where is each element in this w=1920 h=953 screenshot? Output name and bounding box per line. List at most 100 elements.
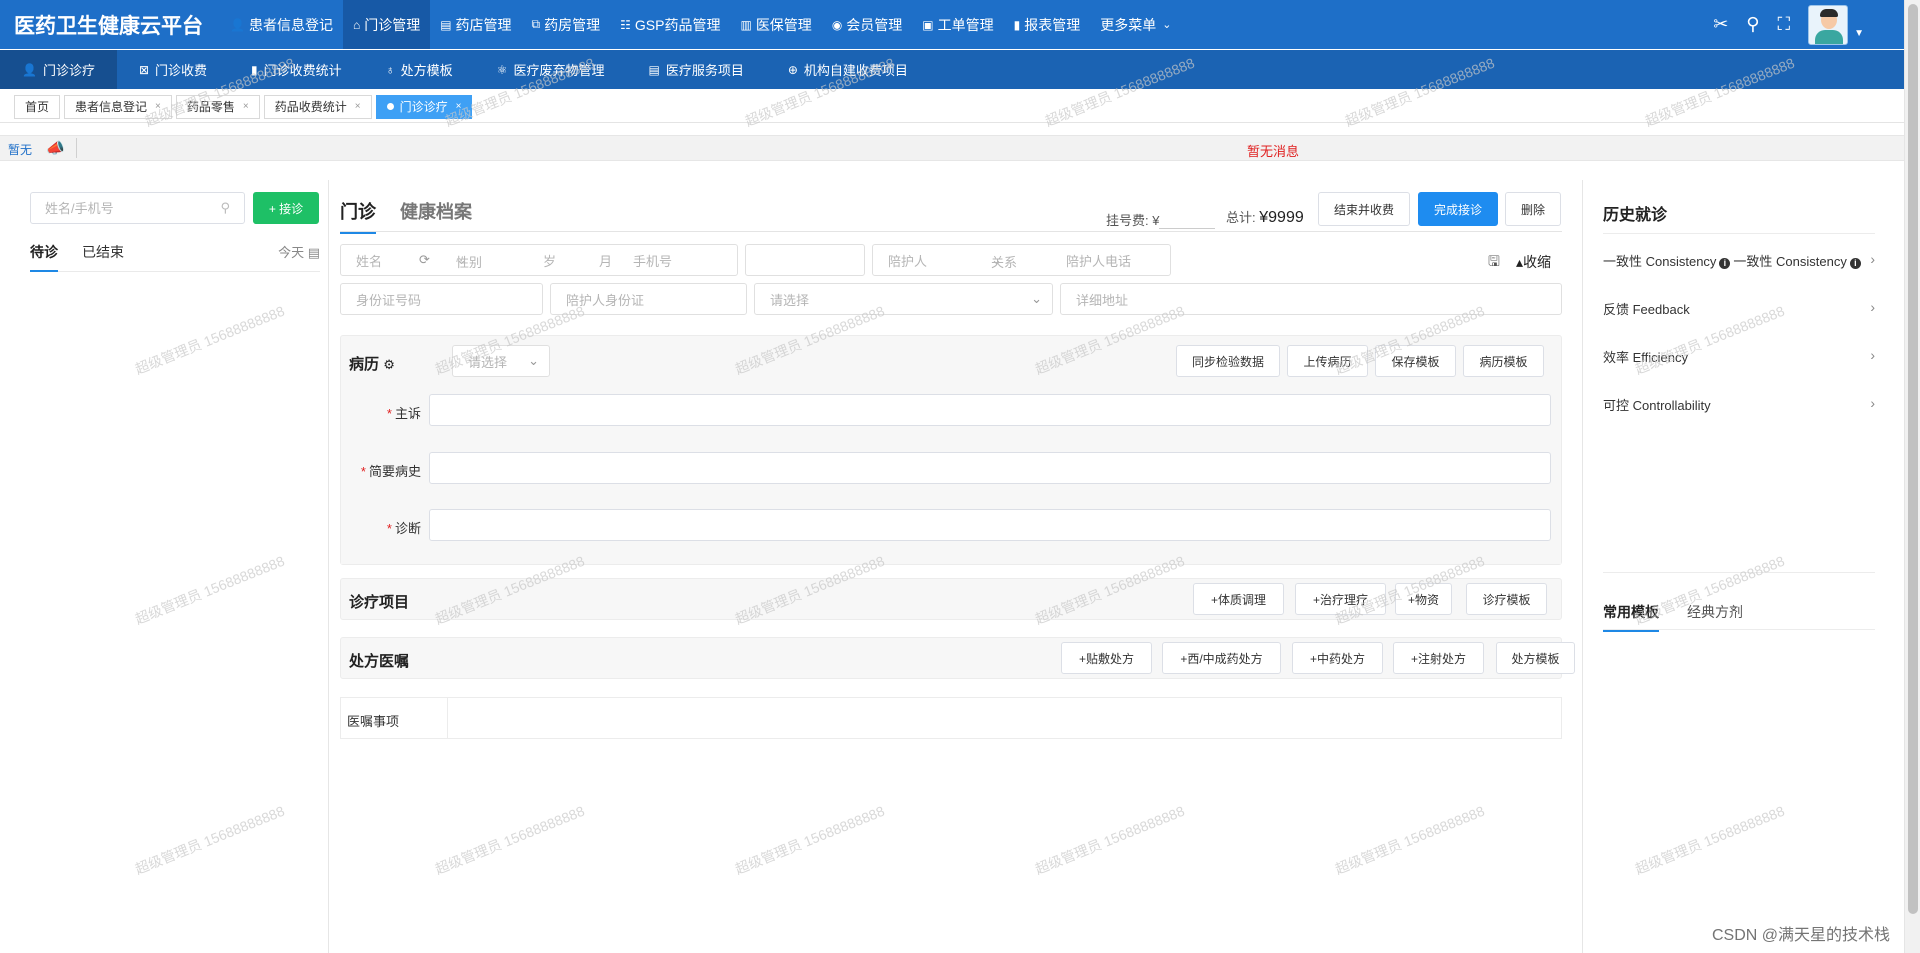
page-tab[interactable]: 药品收费统计 × — [263, 94, 372, 119]
chief-complaint-input[interactable] — [429, 394, 1551, 426]
topnav-item[interactable]: ▣ 工单管理 — [912, 0, 1003, 49]
region-select[interactable]: 请选择 ⌄ — [754, 283, 1053, 315]
tab-outpatient[interactable]: 门诊 — [340, 198, 376, 234]
history-input[interactable] — [429, 452, 1551, 484]
advice-input[interactable] — [449, 700, 1557, 736]
receive-patient-button[interactable]: + 接诊 — [253, 192, 319, 224]
extra-field[interactable] — [745, 244, 865, 276]
search-input[interactable] — [45, 200, 205, 216]
page-tab[interactable]: 首页 — [14, 94, 61, 119]
treatment-template-button[interactable]: 诊疗模板 — [1466, 583, 1547, 615]
search-icon[interactable]: ⚲ — [1746, 14, 1759, 35]
total-value: ¥9999 — [1259, 209, 1304, 226]
topnav-item[interactable]: ▮ 报表管理 — [1004, 0, 1091, 49]
tab-waiting[interactable]: 待诊 — [30, 242, 58, 272]
upload-record-button[interactable]: 上传病历 — [1287, 345, 1368, 377]
add-constitution-button[interactable]: +体质调理 — [1193, 583, 1284, 615]
topnav-item[interactable]: 👤 患者信息登记 — [220, 0, 343, 49]
avatar[interactable] — [1808, 4, 1849, 45]
date-filter[interactable]: 今天 ▤ — [278, 242, 320, 261]
tab-finished[interactable]: 已结束 — [82, 242, 124, 272]
page-scrollbar[interactable] — [1904, 0, 1920, 953]
id-card-field[interactable]: 身份证号码 — [340, 283, 543, 315]
close-icon[interactable]: × — [355, 101, 361, 112]
subnav-item[interactable]: ⊕ 机构自建收费项目 — [766, 50, 930, 89]
diagnosis-input[interactable] — [429, 509, 1551, 541]
companion-id-field[interactable]: 陪护人身份证 — [550, 283, 747, 315]
name-field[interactable]: 姓名 — [356, 251, 382, 270]
tab-common-templates[interactable]: 常用模板 — [1603, 602, 1659, 632]
add-plaster-prescription-button[interactable]: +贴敷处方 — [1061, 642, 1152, 674]
collapse-toggle[interactable]: ▴收缩 — [1516, 252, 1551, 272]
avatar-dropdown-icon[interactable]: ▼ — [1854, 28, 1864, 39]
chevron-right-icon: › — [1870, 395, 1875, 411]
patient-search[interactable]: ⚲ — [30, 192, 245, 224]
topnav-item-label: 报表管理 — [1024, 16, 1081, 33]
page-tab[interactable]: 门诊诊疗 × — [375, 94, 473, 119]
gender-select[interactable]: 性别 ⌄ — [456, 252, 482, 270]
tab-health-record[interactable]: 健康档案 — [400, 198, 472, 224]
scissors-icon[interactable]: ✂ — [1713, 14, 1728, 35]
store-icon: ▤ — [440, 17, 452, 32]
add-herbal-prescription-button[interactable]: +中药处方 — [1292, 642, 1383, 674]
history-item-label: 反馈 Feedback — [1603, 302, 1690, 317]
age-years-field[interactable]: 岁 — [543, 251, 556, 270]
close-icon[interactable]: × — [243, 101, 249, 112]
relation-select[interactable]: 关系 ⌄ — [991, 252, 1017, 270]
history-item[interactable]: 一致性 Consistency i 一致性 Consistency i › — [1603, 251, 1875, 270]
delete-button[interactable]: 删除 — [1505, 192, 1561, 226]
subnav-item[interactable]: 👤 门诊诊疗 — [0, 50, 117, 89]
topnav-item[interactable]: ▤ 药店管理 — [430, 0, 521, 49]
subnav-item[interactable]: ▮ 门诊收费统计 — [229, 50, 364, 89]
topnav-item[interactable]: ☷ GSP药品管理 — [610, 0, 730, 49]
add-therapy-button[interactable]: +治疗理疗 — [1295, 583, 1386, 615]
phone-field[interactable]: 手机号 — [633, 251, 672, 270]
save-icon[interactable]: 🖫 — [1488, 251, 1500, 275]
subnav-item[interactable]: ▤ 医疗服务项目 — [626, 50, 765, 89]
search-icon[interactable]: ⚲ — [220, 200, 230, 216]
topnav-item-label: GSP药品管理 — [634, 16, 721, 33]
gear-icon[interactable]: ⚙ — [383, 357, 395, 372]
close-icon[interactable]: × — [155, 101, 161, 112]
page-tab[interactable]: 药品零售 × — [175, 94, 260, 119]
info-icon: i — [1849, 258, 1861, 269]
record-type-select[interactable]: 请选择 ⌄ — [452, 345, 550, 377]
top-navbar: 医药卫生健康云平台 👤 患者信息登记 ⌂ 门诊管理 ▤ 药店管理 ⧉ 药房管理 ☷ GSP药品管理… — [0, 0, 1904, 49]
record-template-button[interactable]: 病历模板 — [1463, 345, 1544, 377]
topnav-item[interactable]: 更多菜单 ⌄ — [1090, 0, 1181, 49]
companion-field[interactable]: 陪护人 — [888, 251, 927, 270]
sync-lab-data-button[interactable]: 同步检验数据 — [1176, 345, 1280, 377]
fullscreen-icon[interactable]: ⛶ — [1777, 14, 1790, 35]
add-supplies-button[interactable]: +物资 — [1395, 583, 1452, 615]
bar-chart-icon: ▮ — [251, 62, 258, 77]
close-icon[interactable]: × — [456, 101, 462, 112]
topnav-item-label: 更多菜单 — [1100, 16, 1157, 33]
finish-consultation-button[interactable]: 完成接诊 — [1418, 192, 1498, 226]
scrollbar-thumb[interactable] — [1908, 4, 1918, 914]
subnav-item[interactable]: ⊠ 门诊收费 — [117, 50, 229, 89]
topnav-item[interactable]: ⌂ 门诊管理 — [342, 0, 431, 49]
subnav-item[interactable]: ♁ 处方模板 — [364, 50, 475, 89]
add-western-medicine-button[interactable]: +西/中成药处方 — [1162, 642, 1281, 674]
add-injection-prescription-button[interactable]: +注射处方 — [1393, 642, 1484, 674]
tab-classic-prescriptions[interactable]: 经典方剂 — [1687, 602, 1743, 622]
end-and-charge-button[interactable]: 结束并收费 — [1318, 192, 1410, 226]
topnav-item[interactable]: ⧉ 药房管理 — [522, 0, 611, 49]
topnav-item[interactable]: ▥ 医保管理 — [730, 0, 821, 49]
history-item[interactable]: 效率 Efficiency › — [1603, 347, 1875, 366]
history-item[interactable]: 可控 Controllability › — [1603, 395, 1875, 414]
topnav-item[interactable]: ◉ 会员管理 — [822, 0, 912, 49]
prescription-template-button[interactable]: 处方模板 — [1496, 642, 1575, 674]
address-field[interactable]: 详细地址 — [1060, 283, 1562, 315]
refresh-icon[interactable]: ⟳ — [419, 252, 430, 268]
fee-input[interactable] — [1159, 215, 1216, 229]
save-template-button[interactable]: 保存模板 — [1375, 345, 1456, 377]
companion-phone-field[interactable]: 陪护人电话 — [1066, 251, 1131, 270]
subnav-item[interactable]: ⚛ 医疗废弃物管理 — [475, 50, 627, 89]
divider — [1603, 572, 1875, 573]
history-item[interactable]: 反馈 Feedback › — [1603, 299, 1875, 318]
notice-label: 暂无 — [8, 143, 33, 157]
advice-row: 医嘱事项 — [340, 697, 1562, 739]
age-months-field[interactable]: 月 — [599, 251, 612, 270]
page-tab[interactable]: 患者信息登记 × — [64, 94, 172, 119]
